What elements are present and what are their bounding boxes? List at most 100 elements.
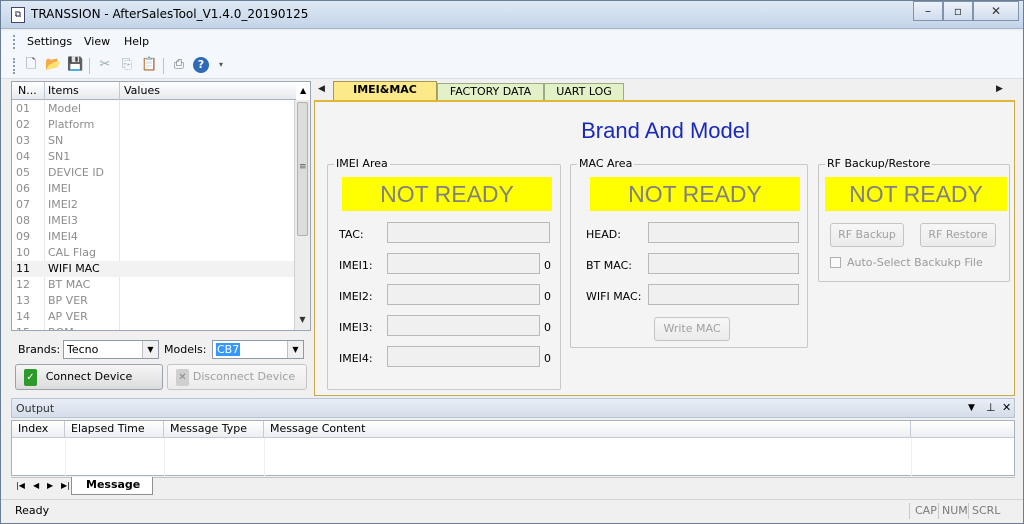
copy-icon[interactable]: ⎘ xyxy=(119,57,135,73)
col-message-content[interactable]: Message Content xyxy=(264,421,911,438)
first-page-icon[interactable]: |◀ xyxy=(16,481,25,490)
scroll-down-icon[interactable]: ▼ xyxy=(295,312,310,328)
connect-device-button[interactable]: ✓ Connect Device xyxy=(15,364,163,390)
imei4-count: 0 xyxy=(544,352,551,365)
next-page-icon[interactable]: ▶ xyxy=(47,481,53,490)
brand-model-title: Brand And Model xyxy=(581,118,750,143)
usb-disconnect-icon: ✕ xyxy=(176,369,189,386)
head-field[interactable] xyxy=(648,222,799,243)
scroll-up-icon[interactable]: ▲ xyxy=(300,86,306,95)
grid-row[interactable]: 11 WIFI MAC xyxy=(12,261,296,277)
grid-row[interactable]: 08 IMEI3 xyxy=(12,213,296,229)
grid-row[interactable]: 10 CAL Flag xyxy=(12,245,296,261)
output-title: Output xyxy=(16,402,55,415)
row-number: 08 xyxy=(16,214,30,227)
close-icon[interactable]: ✕ xyxy=(1002,401,1011,414)
output-header: Output ▼ ⊥ ✕ xyxy=(11,398,1015,418)
head-label: HEAD: xyxy=(586,228,621,241)
tab-scroll-right-icon[interactable]: ▶ xyxy=(996,84,1003,94)
col-filler xyxy=(911,421,1014,438)
tab-imei-mac[interactable]: IMEI&MAC xyxy=(333,81,437,101)
dropdown-icon[interactable]: ▼ xyxy=(968,403,975,413)
close-button[interactable]: ✕ xyxy=(973,1,1019,21)
output-panel: Output ▼ ⊥ ✕ Index Elapsed Time Message … xyxy=(11,398,1015,498)
grid-header-values[interactable]: Values xyxy=(124,84,160,97)
grid-header: N... Items Values ▲ xyxy=(12,82,306,100)
grid-row[interactable]: 04 SN1 xyxy=(12,149,296,165)
toolbar-overflow-icon[interactable]: ▾ xyxy=(213,57,229,73)
tac-field[interactable] xyxy=(387,222,550,243)
menu-settings[interactable]: Settings xyxy=(27,35,72,48)
title-bar: ⧉ TRANSSION - AfterSalesTool_V1.4.0_2019… xyxy=(1,1,1023,29)
col-index[interactable]: Index xyxy=(12,421,65,438)
menu-help[interactable]: Help xyxy=(124,35,149,48)
prev-page-icon[interactable]: ◀ xyxy=(33,481,39,490)
grid-header-number[interactable]: N... xyxy=(18,84,37,97)
imei3-field[interactable] xyxy=(387,315,540,336)
output-table: Index Elapsed Time Message Type Message … xyxy=(11,420,1015,476)
col-message-type[interactable]: Message Type xyxy=(164,421,264,438)
grid-row[interactable]: 02 Platform xyxy=(12,117,296,133)
bt-mac-field[interactable] xyxy=(648,253,799,274)
imei4-field[interactable] xyxy=(387,346,540,367)
grid-row[interactable]: 05 DEVICE ID xyxy=(12,165,296,181)
new-icon[interactable]: 🗋 xyxy=(23,57,39,73)
imei-status: NOT READY xyxy=(342,177,552,211)
last-page-icon[interactable]: ▶| xyxy=(61,481,70,490)
imei2-field[interactable] xyxy=(387,284,540,305)
imei-area-title: IMEI Area xyxy=(334,157,390,170)
toolbar-grip xyxy=(13,58,15,74)
wifi-mac-field[interactable] xyxy=(648,284,799,305)
grid-row[interactable]: 13 BP VER xyxy=(12,293,296,309)
row-item: Platform xyxy=(48,118,95,131)
imei2-count: 0 xyxy=(544,290,551,303)
minimize-button[interactable]: – xyxy=(913,1,943,21)
row-number: 14 xyxy=(16,310,30,323)
grid-row[interactable]: 12 BT MAC xyxy=(12,277,296,293)
row-number: 09 xyxy=(16,230,30,243)
row-item: ROM xyxy=(48,326,74,330)
tab-scroll-left-icon[interactable]: ◀ xyxy=(318,84,325,94)
col-elapsed-time[interactable]: Elapsed Time xyxy=(65,421,164,438)
grid-scrollbar[interactable]: ≡ ▼ xyxy=(294,100,310,330)
pin-icon[interactable]: ⊥ xyxy=(986,401,996,414)
grid-row[interactable]: 03 SN xyxy=(12,133,296,149)
mac-area-title: MAC Area xyxy=(577,157,635,170)
row-number: 05 xyxy=(16,166,30,179)
brands-select[interactable]: Tecno ▼ xyxy=(63,340,159,359)
write-mac-button[interactable]: Write MAC xyxy=(654,317,730,341)
row-number: 01 xyxy=(16,102,30,115)
print-icon[interactable]: ⎙ xyxy=(171,57,187,73)
menu-grip xyxy=(13,35,16,49)
paste-icon[interactable]: 📋 xyxy=(141,57,157,73)
open-icon[interactable]: 📂 xyxy=(45,57,61,73)
tab-message[interactable]: Message xyxy=(71,477,153,495)
grid-row[interactable]: 07 IMEI2 xyxy=(12,197,296,213)
menu-bar: Settings View Help xyxy=(1,31,1023,53)
models-select[interactable]: CB7 ▼ xyxy=(212,340,304,359)
maximize-button[interactable]: ▫ xyxy=(943,1,973,21)
grid-row[interactable]: 14 AP VER xyxy=(12,309,296,325)
rf-backup-button[interactable]: RF Backup xyxy=(830,223,904,247)
row-item: AP VER xyxy=(48,310,88,323)
status-scrl: SCRL xyxy=(972,504,1001,517)
help-icon[interactable]: ? xyxy=(193,57,209,73)
tab-factory-data[interactable]: FACTORY DATA xyxy=(437,83,544,101)
cut-icon[interactable]: ✂ xyxy=(97,57,113,73)
disconnect-device-button[interactable]: ✕ Disconnect Device xyxy=(167,364,307,390)
menu-view[interactable]: View xyxy=(84,35,110,48)
tab-uart-log[interactable]: UART LOG xyxy=(544,83,624,101)
app-window: ⧉ TRANSSION - AfterSalesTool_V1.4.0_2019… xyxy=(0,0,1024,524)
auto-select-checkbox[interactable] xyxy=(830,257,841,268)
rf-restore-button[interactable]: RF Restore xyxy=(920,223,996,247)
grid-row[interactable]: 15 ROM xyxy=(12,325,296,330)
grid-row[interactable]: 09 IMEI4 xyxy=(12,229,296,245)
save-icon[interactable]: 💾 xyxy=(67,57,83,73)
grip-icon: ≡ xyxy=(299,162,307,172)
grid-row[interactable]: 06 IMEI xyxy=(12,181,296,197)
row-number: 07 xyxy=(16,198,30,211)
grid-row[interactable]: 01 Model xyxy=(12,101,296,117)
usb-connect-icon: ✓ xyxy=(24,369,37,386)
grid-header-items[interactable]: Items xyxy=(48,84,79,97)
imei1-field[interactable] xyxy=(387,253,540,274)
